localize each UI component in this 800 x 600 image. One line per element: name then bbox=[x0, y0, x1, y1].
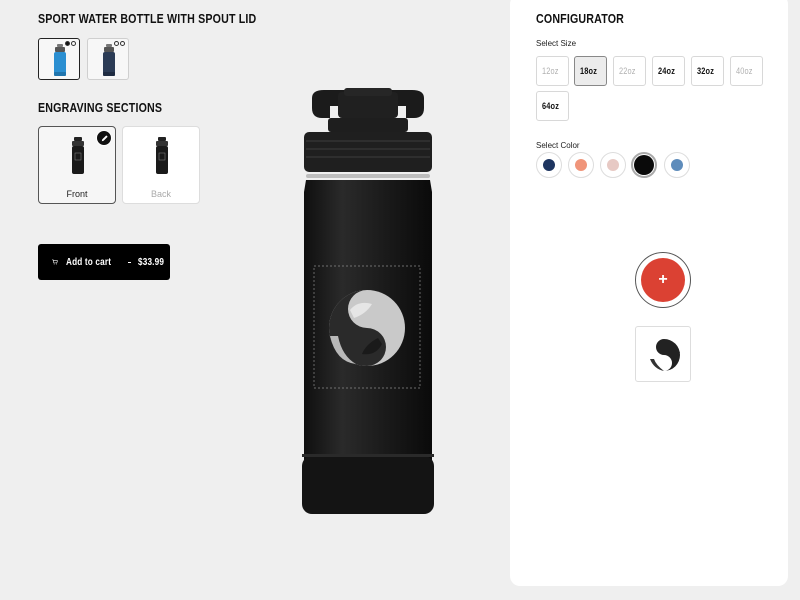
size-option-24oz[interactable]: 24oz bbox=[652, 56, 685, 86]
add-to-cart-button[interactable]: Add to cart $33.99 bbox=[38, 244, 170, 280]
configurator-panel: CONFIGURATOR Select Size 12oz 18oz 22oz … bbox=[510, 0, 788, 586]
cat-design-thumbnail-icon bbox=[648, 339, 680, 371]
engraving-section-front[interactable]: Front bbox=[38, 126, 116, 204]
size-option-40oz[interactable]: 40oz bbox=[730, 56, 763, 86]
color-swatch-black[interactable] bbox=[631, 152, 657, 178]
variant-thumbnail-navy[interactable] bbox=[87, 38, 129, 80]
size-option-32oz[interactable]: 32oz bbox=[691, 56, 724, 86]
engraving-sections-title: ENGRAVING SECTIONS bbox=[38, 100, 163, 115]
add-to-cart-label: Add to cart bbox=[65, 256, 111, 268]
color-swatch-coral[interactable] bbox=[568, 152, 594, 178]
size-option-22oz[interactable]: 22oz bbox=[613, 56, 646, 86]
edit-pencil-icon[interactable] bbox=[96, 130, 112, 146]
variant-thumbnail-blue[interactable] bbox=[38, 38, 80, 80]
configurator-title: CONFIGURATOR bbox=[536, 11, 625, 26]
select-color-label: Select Color bbox=[536, 141, 580, 150]
design-thumbnail[interactable] bbox=[635, 326, 691, 382]
color-swatch-navy[interactable] bbox=[536, 152, 562, 178]
size-option-64oz[interactable]: 64oz bbox=[536, 91, 569, 121]
section-label-front: Front bbox=[66, 189, 88, 199]
size-option-18oz[interactable]: 18oz bbox=[574, 56, 607, 86]
cat-design-icon bbox=[329, 290, 405, 366]
color-swatch-blush[interactable] bbox=[600, 152, 626, 178]
cart-price: $33.99 bbox=[138, 256, 165, 268]
product-title: SPORT WATER BOTTLE WITH SPOUT LID bbox=[38, 11, 257, 26]
engraving-section-back[interactable]: Back bbox=[122, 126, 200, 204]
section-label-back: Back bbox=[150, 189, 171, 199]
color-swatch-slate-blue[interactable] bbox=[664, 152, 690, 178]
back-bottle-image bbox=[156, 137, 168, 174]
size-option-12oz[interactable]: 12oz bbox=[536, 56, 569, 86]
thumbnail-dots-icon bbox=[114, 41, 125, 46]
add-design-button[interactable]: + bbox=[635, 252, 691, 308]
plus-icon: + bbox=[641, 258, 685, 302]
bottle-preview[interactable] bbox=[290, 88, 446, 518]
product-customizer-page: SPORT WATER BOTTLE WITH SPOUT LID ENGRAV… bbox=[0, 0, 800, 600]
cart-separator bbox=[127, 261, 132, 263]
cart-icon bbox=[52, 259, 58, 265]
select-size-label: Select Size bbox=[536, 39, 577, 48]
thumbnail-dots-icon bbox=[65, 41, 76, 46]
